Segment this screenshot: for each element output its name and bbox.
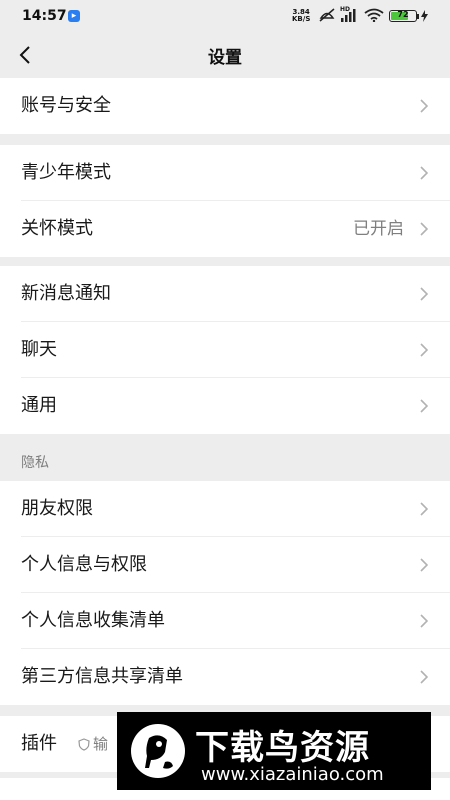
care-mode-status: 已开启 (353, 219, 404, 239)
info-collection-list-label: 个人信息收集清单 (21, 610, 165, 631)
privacy-group: 朋友权限 个人信息与权限 个人信息收集清单 第三方信息共享清单 (0, 481, 450, 705)
status-time: 14:57 (22, 8, 67, 24)
modes-group: 青少年模式 关怀模式 已开启 (0, 145, 450, 257)
battery-level-text: 72 (397, 10, 409, 19)
watermark-banner: 下载鸟资源 www.xiazainiao.com (117, 712, 431, 790)
cellular-signal-icon (341, 9, 356, 22)
friend-permissions-label: 朋友权限 (21, 498, 93, 519)
care-mode-label: 关怀模式 (21, 218, 93, 239)
new-message-notification-item[interactable]: 新消息通知 (0, 266, 450, 322)
chevron-right-icon (420, 558, 428, 572)
muted-alarm-icon (319, 8, 335, 22)
chevron-right-icon (420, 222, 428, 236)
network-speed: 3.84 KB/S (292, 9, 310, 23)
watermark-title: 下载鸟资源 (195, 728, 370, 768)
notification-app-icon: ▸ (68, 10, 80, 22)
youth-mode-label: 青少年模式 (21, 162, 111, 183)
battery-icon: 72 (389, 10, 417, 22)
youth-mode-item[interactable]: 青少年模式 (0, 145, 450, 201)
account-security-item[interactable]: 账号与安全 (0, 78, 450, 134)
third-party-sharing-list-label: 第三方信息共享清单 (21, 666, 183, 687)
plugins-label: 插件 (21, 733, 57, 754)
new-message-notification-label: 新消息通知 (21, 283, 111, 304)
chat-item[interactable]: 聊天 (0, 322, 450, 378)
privacy-section-header: 隐私 (21, 455, 49, 471)
account-group: 账号与安全 (0, 78, 450, 134)
general-item[interactable]: 通用 (0, 378, 450, 434)
personal-info-permissions-label: 个人信息与权限 (21, 554, 147, 575)
watermark-url: www.xiazainiao.com (201, 764, 384, 785)
chevron-right-icon (420, 99, 428, 113)
chevron-right-icon (420, 399, 428, 413)
personal-info-permissions-item[interactable]: 个人信息与权限 (0, 537, 450, 593)
account-security-label: 账号与安全 (21, 95, 111, 116)
chevron-right-icon (420, 343, 428, 357)
network-speed-unit: KB/S (292, 15, 311, 23)
chevron-right-icon (420, 502, 428, 516)
chevron-right-icon (420, 166, 428, 180)
third-party-sharing-list-item[interactable]: 第三方信息共享清单 (0, 649, 450, 705)
charging-icon (421, 10, 428, 22)
chevron-right-icon (420, 670, 428, 684)
friend-permissions-item[interactable]: 朋友权限 (0, 481, 450, 537)
care-mode-item[interactable]: 关怀模式 已开启 (0, 201, 450, 257)
shield-icon (78, 738, 90, 751)
info-collection-list-item[interactable]: 个人信息收集清单 (0, 593, 450, 649)
chat-label: 聊天 (21, 339, 57, 360)
chevron-right-icon (420, 614, 428, 628)
plugins-subtext: 输 (93, 735, 109, 753)
page-title: 设置 (208, 48, 242, 68)
chevron-right-icon (420, 287, 428, 301)
navigation-bar: 设置 (0, 32, 450, 78)
general-group: 新消息通知 聊天 通用 (0, 266, 450, 434)
status-bar: 14:57 ▸ 3.84 KB/S HD 72 (0, 0, 450, 32)
wifi-icon (364, 8, 384, 22)
bird-logo-icon (131, 724, 185, 778)
general-label: 通用 (21, 395, 57, 416)
